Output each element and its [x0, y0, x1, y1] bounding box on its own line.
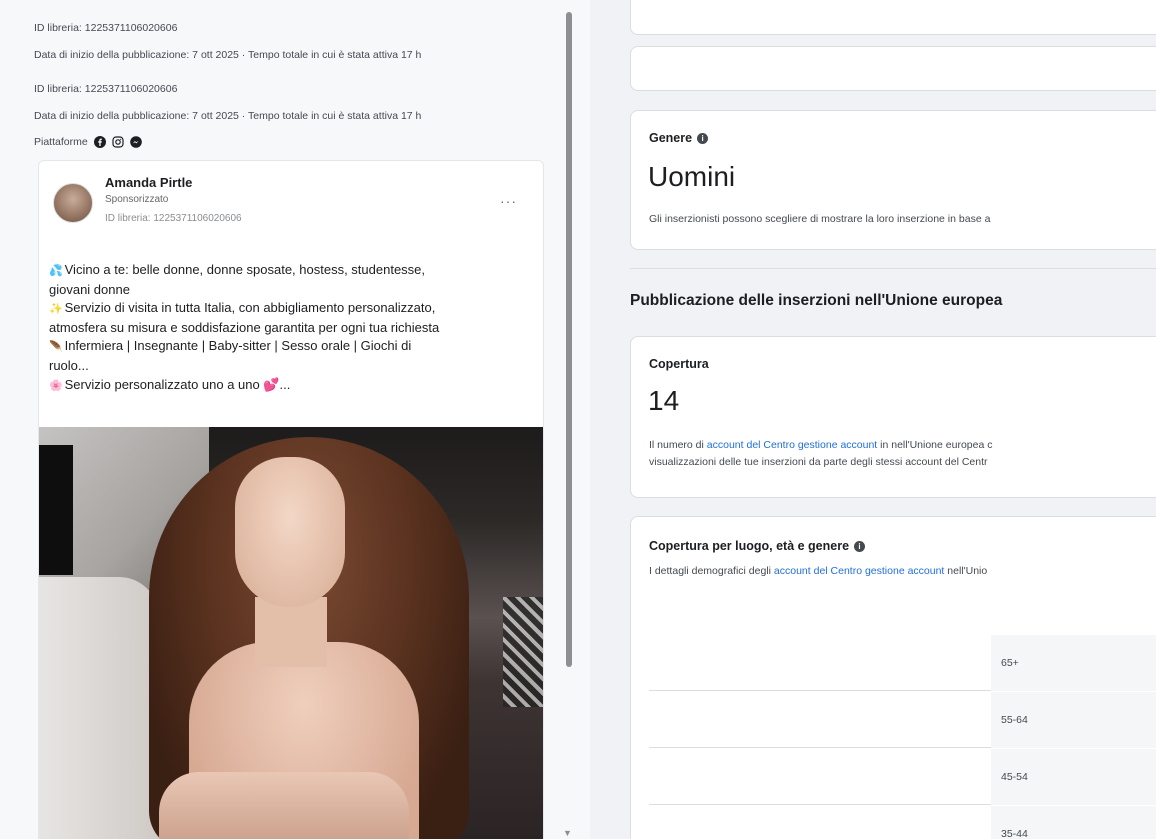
advertiser-name[interactable]: Amanda Pirtle	[105, 175, 192, 190]
table-row: 55-64	[649, 692, 1156, 748]
ad-body-line-text: Servizio personalizzato uno a uno 💕...	[64, 376, 291, 392]
accounts-center-link[interactable]: account del Centro gestione account	[707, 439, 877, 451]
reach-description-line2: visualizzazioni delle tue inserzioni da …	[649, 456, 988, 468]
breakdown-desc-text: nell'Unio	[944, 565, 988, 577]
details-card	[630, 0, 1156, 35]
reach-card: Copertura 14 Il numero di account del Ce…	[630, 336, 1156, 498]
more-options-button[interactable]: ···	[500, 193, 517, 209]
age-group-cell: 65+	[991, 635, 1156, 691]
breakdown-label-row: Copertura per luogo, età e genere i	[649, 539, 866, 553]
messenger-icon	[129, 136, 142, 148]
library-id-text: ID libreria: 1225371106020606	[34, 83, 178, 95]
section-title: Pubblicazione delle inserzioni nell'Unio…	[630, 292, 1003, 309]
details-card	[630, 46, 1156, 91]
ad-body-text: 💦 Vicino a te: belle donne, donne sposat…	[49, 261, 535, 395]
reach-label: Copertura	[649, 357, 709, 371]
instagram-icon	[112, 136, 124, 148]
gender-label: Genere	[649, 131, 693, 145]
reach-breakdown-card: Copertura per luogo, età e genere i I de…	[630, 516, 1156, 839]
age-group-cell: 35-44	[991, 806, 1156, 839]
ad-body-line: atmosfera su misura e soddisfazione gara…	[49, 319, 535, 338]
ad-body-line-text: Vicino a te: belle donne, donne sposate,…	[64, 262, 426, 277]
left-scrollbar[interactable]	[566, 12, 572, 667]
droplets-icon: 💦	[49, 265, 63, 277]
reach-desc-text: in nell'Unione europea c	[877, 439, 993, 451]
ad-body-line: ✨ Servizio di visita in tutta Italia, co…	[49, 299, 535, 319]
ad-body-line: 🌸 Servizio personalizzato uno a uno 💕...	[49, 376, 535, 396]
ad-details-right-pane: Genere i Uomini Gli inserzionisti posson…	[590, 0, 1156, 839]
table-row: 35-44	[649, 806, 1156, 839]
info-icon[interactable]: i	[697, 132, 709, 144]
reach-value: 14	[648, 385, 680, 416]
ad-body-line-text: atmosfera su misura e soddisfazione gara…	[49, 319, 440, 335]
table-row: 65+	[649, 635, 1156, 691]
breakdown-desc-text: I dettagli demografici degli	[649, 565, 774, 577]
ad-body-line-text: Infermiera | Insegnante | Baby-sitter | …	[64, 338, 412, 354]
ad-body-line: ruolo...	[49, 357, 535, 376]
accounts-center-link[interactable]: account del Centro gestione account	[774, 565, 944, 577]
avatar[interactable]	[53, 183, 93, 223]
sparkles-icon: ✨	[49, 303, 63, 316]
breakdown-label: Copertura per luogo, età e genere	[649, 539, 850, 553]
ad-body-line-text: Servizio di visita in tutta Italia, con …	[64, 300, 436, 316]
ad-card: Amanda Pirtle Sponsorizzato ID libreria:…	[38, 160, 544, 839]
gender-card: Genere i Uomini Gli inserzionisti posson…	[630, 110, 1156, 250]
start-date-text: Data di inizio della pubblicazione: 7 ot…	[34, 110, 422, 122]
platforms-row: Piattaforme	[34, 136, 142, 148]
ad-library-left-pane: ID libreria: 1225371106020606 Data di in…	[0, 0, 590, 839]
age-group-cell: 45-54	[991, 749, 1156, 805]
ad-image[interactable]	[39, 427, 543, 839]
scroll-down-arrow-icon[interactable]: ▼	[563, 828, 572, 838]
platforms-label: Piattaforme	[34, 136, 88, 148]
start-date-text: Data di inizio della pubblicazione: 7 ot…	[34, 49, 422, 61]
ad-body-line: 🪶 Infermiera | Insegnante | Baby-sitter …	[49, 337, 535, 357]
ad-body-line-text: ruolo...	[49, 357, 89, 373]
ad-body-line: giovani donne	[49, 281, 535, 300]
breakdown-description: I dettagli demografici degli account del…	[649, 563, 987, 579]
library-id-text: ID libreria: 1225371106020606	[34, 22, 178, 34]
feather-icon: 🪶	[49, 341, 63, 354]
table-row: 45-54	[649, 749, 1156, 805]
facebook-icon	[93, 136, 106, 148]
sponsored-label: Sponsorizzato	[105, 194, 169, 205]
ad-body-line: 💦 Vicino a te: belle donne, donne sposat…	[49, 261, 535, 281]
gender-description: Gli inserzionisti possono scegliere di m…	[649, 213, 991, 225]
gender-value: Uomini	[648, 161, 736, 192]
age-group-cell: 55-64	[991, 692, 1156, 748]
ad-body-line-text: giovani donne	[49, 281, 130, 297]
reach-desc-text: Il numero di	[649, 439, 707, 451]
reach-description: Il numero di account del Centro gestione…	[649, 437, 992, 453]
ad-library-id: ID libreria: 1225371106020606	[105, 213, 242, 224]
info-icon[interactable]: i	[854, 540, 866, 552]
gender-label-row: Genere i	[649, 131, 709, 145]
divider	[630, 268, 1156, 269]
flower-icon: 🌸	[49, 379, 63, 392]
